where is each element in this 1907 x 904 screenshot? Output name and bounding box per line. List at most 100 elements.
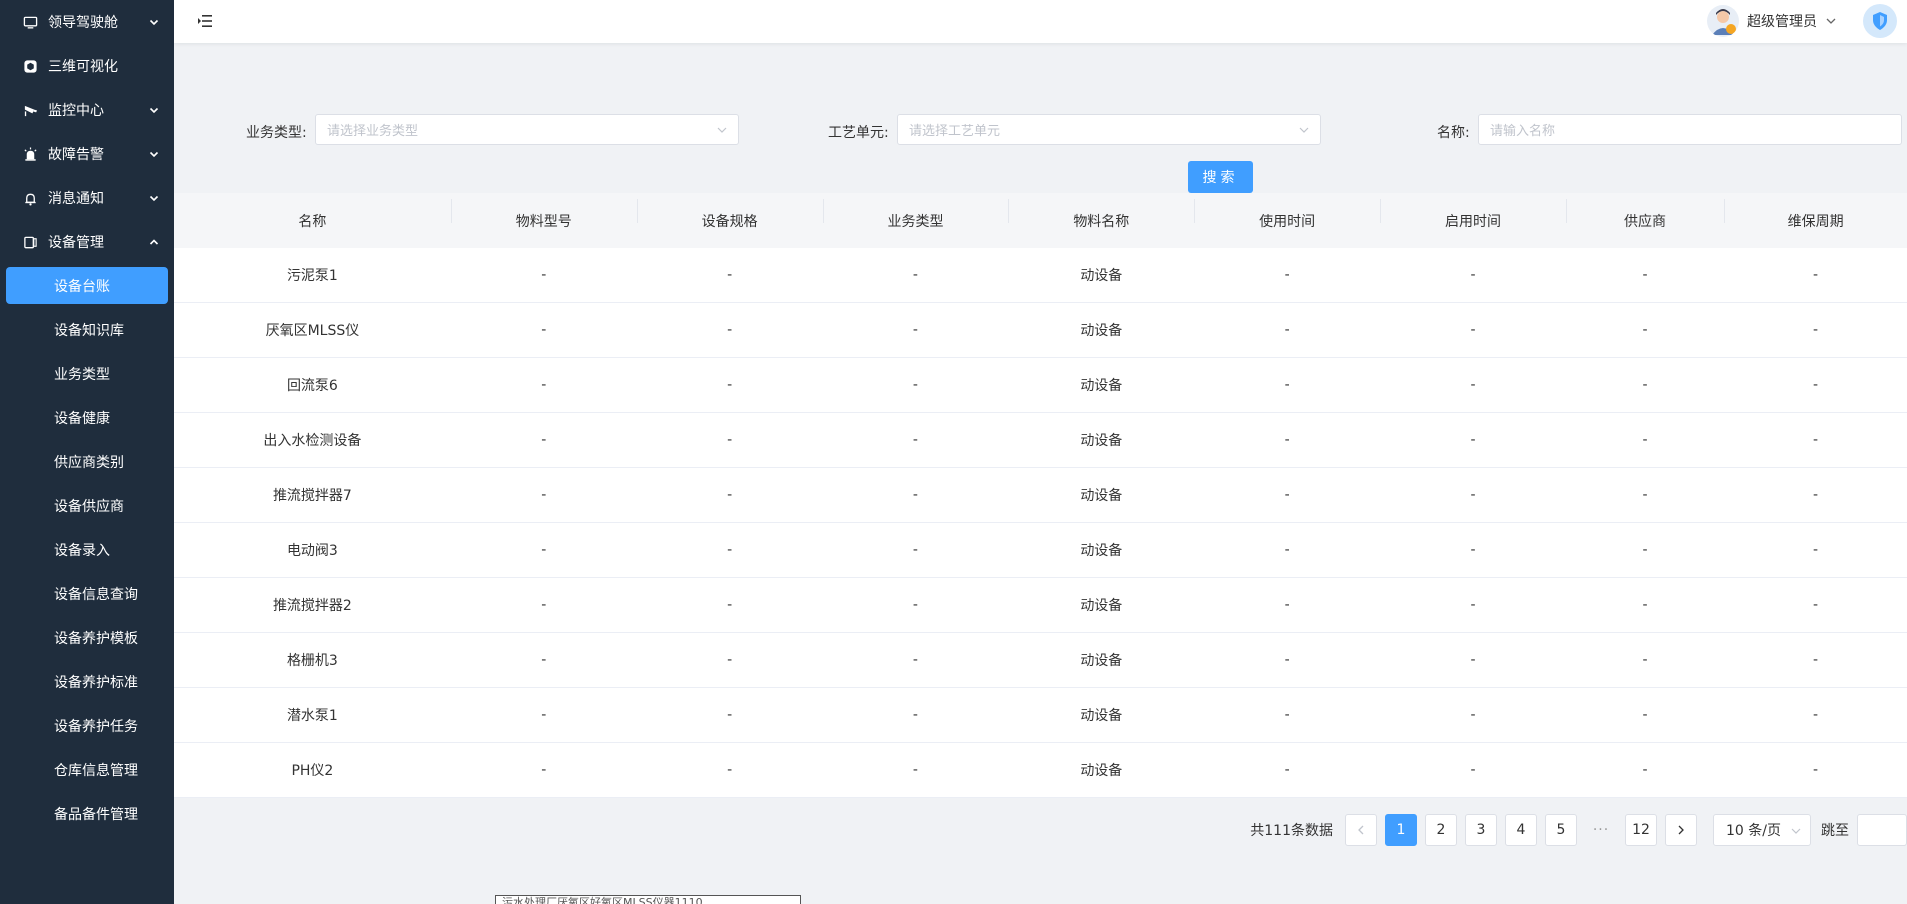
sidebar-subitem-3[interactable]: 设备健康: [0, 396, 174, 440]
sidebar-item-1[interactable]: 三维可视化: [0, 44, 174, 88]
sidebar-item-3[interactable]: 故障告警: [0, 132, 174, 176]
table-row[interactable]: PH仪2 - - - 动设备 - - - -: [174, 743, 1907, 798]
business-type-select[interactable]: 请选择业务类型: [315, 114, 739, 145]
sidebar-subitem-6[interactable]: 设备录入: [0, 528, 174, 572]
name-input[interactable]: 请输入名称: [1478, 114, 1902, 145]
column-header: 名称: [298, 213, 327, 230]
table-cell: 格栅机3: [286, 653, 338, 669]
page-button-last[interactable]: 12: [1625, 814, 1657, 846]
sidebar-item-label: 领导驾驶舱: [48, 15, 118, 31]
column-header: 物料型号: [450, 198, 637, 231]
page-button[interactable]: 4: [1505, 814, 1537, 846]
table-row[interactable]: 出入水检测设备 - - - 动设备 - - - -: [174, 413, 1907, 468]
table-row[interactable]: 回流泵6 - - - 动设备 - - - -: [174, 358, 1907, 413]
chevron-down-icon: [148, 148, 160, 160]
table-cell: -: [541, 267, 547, 283]
menu-toggle-icon[interactable]: [198, 15, 212, 27]
more-pages-icon[interactable]: ···: [1585, 822, 1617, 838]
table-cell: -: [912, 542, 918, 558]
sidebar-subitem-8[interactable]: 设备养护模板: [0, 616, 174, 660]
table-cell: -: [1813, 432, 1819, 448]
prev-page-button[interactable]: [1345, 814, 1377, 846]
table-row[interactable]: 推流搅拌器7 - - - 动设备 - - - -: [174, 468, 1907, 523]
sidebar-subitem-11[interactable]: 仓库信息管理: [0, 748, 174, 792]
table-cell: -: [1642, 322, 1648, 338]
page-button[interactable]: 1: [1385, 814, 1417, 846]
table-cell: -: [912, 267, 918, 283]
alarm-icon: [22, 146, 38, 162]
column-header: 业务类型: [822, 198, 1009, 231]
sidebar-item-5[interactable]: 设备管理: [0, 220, 174, 264]
table-cell: -: [1813, 597, 1819, 613]
page-size-select[interactable]: 10 条/页: [1713, 814, 1811, 846]
table-cell: 动设备: [1080, 763, 1123, 779]
table-cell: -: [727, 652, 733, 668]
table-row[interactable]: 厌氧区MLSS仪 - - - 动设备 - - - -: [174, 303, 1907, 358]
table-cell: -: [1284, 707, 1290, 723]
sidebar-subitem-1[interactable]: 设备知识库: [0, 308, 174, 352]
table-cell: -: [1813, 652, 1819, 668]
top-header: 超级管理员: [174, 0, 1907, 43]
sidebar-subitem-0[interactable]: 设备台账: [6, 267, 168, 304]
table-cell: -: [1470, 652, 1476, 668]
table-cell: -: [541, 322, 547, 338]
table-cell: -: [1470, 267, 1476, 283]
table-row[interactable]: 电动阀3 - - - 动设备 - - - -: [174, 523, 1907, 578]
chevron-down-icon: [1298, 124, 1310, 136]
table-cell: -: [1470, 487, 1476, 503]
column-header: 设备规格: [636, 198, 823, 231]
table-cell: -: [1284, 267, 1290, 283]
jump-page-input[interactable]: [1857, 814, 1907, 846]
table-cell: -: [1642, 487, 1648, 503]
table-cell: -: [1813, 542, 1819, 558]
bell-icon: [22, 190, 38, 206]
table-cell: -: [541, 707, 547, 723]
table-cell: -: [912, 377, 918, 393]
table-cell: -: [1470, 432, 1476, 448]
page-button[interactable]: 2: [1425, 814, 1457, 846]
table-cell: -: [1642, 707, 1648, 723]
sidebar-subitem-2[interactable]: 业务类型: [0, 352, 174, 396]
sidebar-subitem-10[interactable]: 设备养护任务: [0, 704, 174, 748]
table-body: 污泥泵1 - - - 动设备 - - - - 厌氧区MLSS仪 - - - 动设备 - - - - 回流泵6 - - - 动…: [174, 248, 1907, 798]
shield-icon[interactable]: [1863, 4, 1897, 38]
sidebar-subitem-5[interactable]: 设备供应商: [0, 484, 174, 528]
sidebar-subitem-9[interactable]: 设备养护标准: [0, 660, 174, 704]
device-icon: [22, 234, 38, 250]
table-cell: -: [1284, 377, 1290, 393]
user-menu[interactable]: 超级管理员: [1707, 4, 1837, 38]
sidebar-item-label: 三维可视化: [48, 59, 118, 75]
sidebar-item-2[interactable]: 监控中心: [0, 88, 174, 132]
table-cell: -: [1470, 707, 1476, 723]
table-cell: 推流搅拌器7: [272, 488, 352, 504]
table-cell: -: [727, 597, 733, 613]
sidebar-subitem-7[interactable]: 设备信息查询: [0, 572, 174, 616]
column-header: 物料名称: [1008, 198, 1194, 231]
business-type-label: 业务类型:: [246, 125, 307, 141]
table-cell: -: [541, 597, 547, 613]
table-row[interactable]: 潜水泵1 - - - 动设备 - - - -: [174, 688, 1907, 743]
chevron-down-icon: [148, 192, 160, 204]
table-row[interactable]: 推流搅拌器2 - - - 动设备 - - - -: [174, 578, 1907, 633]
sidebar-subitem-12[interactable]: 备品备件管理: [0, 792, 174, 836]
sidebar-item-0[interactable]: 领导驾驶舱: [0, 0, 174, 44]
process-unit-select[interactable]: 请选择工艺单元: [897, 114, 1321, 145]
column-header: 维保周期: [1724, 198, 1907, 231]
sidebar-subitem-4[interactable]: 供应商类别: [0, 440, 174, 484]
table-cell: -: [1284, 652, 1290, 668]
page-button[interactable]: 5: [1545, 814, 1577, 846]
next-page-button[interactable]: [1665, 814, 1697, 846]
table-cell: -: [1813, 707, 1819, 723]
table-cell: 污泥泵1: [286, 268, 338, 284]
table-cell: 动设备: [1080, 323, 1123, 339]
table-cell: 出入水检测设备: [263, 433, 362, 449]
page-button[interactable]: 3: [1465, 814, 1497, 846]
table-cell: 动设备: [1080, 598, 1123, 614]
chevron-down-icon: [148, 16, 160, 28]
table-row[interactable]: 污泥泵1 - - - 动设备 - - - -: [174, 248, 1907, 303]
search-button[interactable]: 搜索: [1188, 161, 1253, 193]
sidebar-item-4[interactable]: 消息通知: [0, 176, 174, 220]
table-cell: 动设备: [1080, 708, 1123, 724]
table-cell: -: [727, 432, 733, 448]
table-row[interactable]: 格栅机3 - - - 动设备 - - - -: [174, 633, 1907, 688]
